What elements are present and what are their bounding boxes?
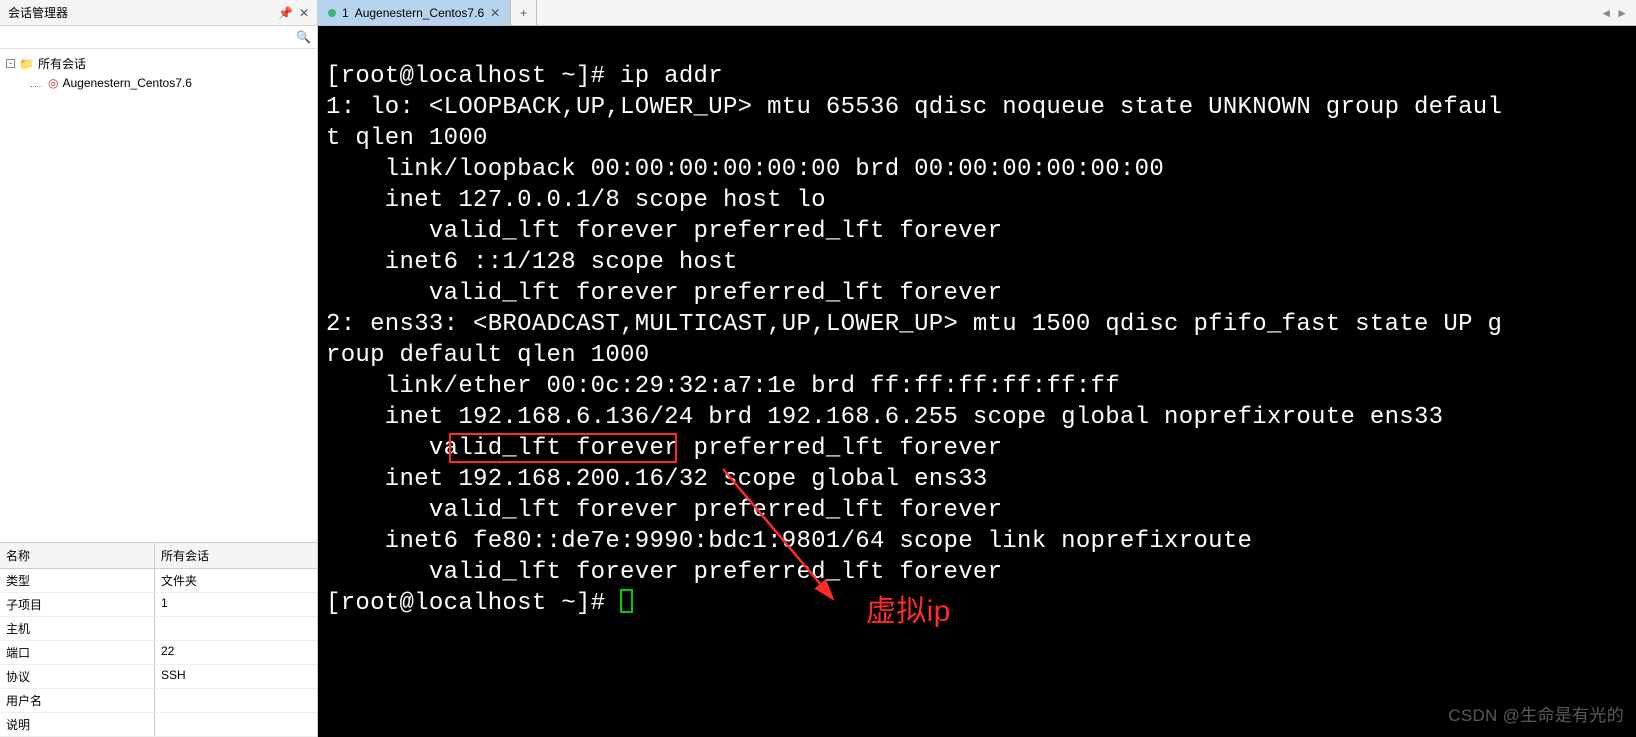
prop-header-key: 名称 xyxy=(0,543,155,568)
tab-close-icon[interactable]: ✕ xyxy=(490,6,500,20)
property-key: 主机 xyxy=(0,617,155,640)
tree-line xyxy=(30,80,42,87)
status-dot-connected-icon xyxy=(328,9,336,17)
term-line: inet6 ::1/128 scope host xyxy=(326,249,752,276)
collapse-icon[interactable]: - xyxy=(6,59,15,68)
tab-prev-icon[interactable]: ◄ xyxy=(1600,6,1612,20)
term-line: link/loopback 00:00:00:00:00:00 brd 00:0… xyxy=(326,156,1164,183)
tree-root-label: 所有会话 xyxy=(38,55,86,72)
cursor-icon xyxy=(620,589,633,613)
property-key: 子项目 xyxy=(0,593,155,616)
property-row: 子项目1 xyxy=(0,593,317,617)
property-row: 端口22 xyxy=(0,641,317,665)
main-area: 1 Augenestern_Centos7.6 ✕ + ◄ ► [root@lo… xyxy=(318,0,1636,737)
property-key: 说明 xyxy=(0,713,155,736)
property-value: 1 xyxy=(155,593,317,616)
term-line: 2: ens33: <BROADCAST,MULTICAST,UP,LOWER_… xyxy=(326,311,1502,338)
tab-add-button[interactable]: + xyxy=(511,0,537,25)
session-icon: ◎ xyxy=(48,76,58,90)
term-line: roup default qlen 1000 xyxy=(326,342,649,369)
property-key: 类型 xyxy=(0,569,155,592)
tab-active[interactable]: 1 Augenestern_Centos7.6 ✕ xyxy=(318,0,511,25)
tab-label: Augenestern_Centos7.6 xyxy=(355,6,484,20)
term-line: valid_lft forever preferred_lft forever xyxy=(326,280,1002,307)
command: ip addr xyxy=(620,63,723,90)
sidebar-title: 会话管理器 xyxy=(8,4,68,21)
term-line: link/ether 00:0c:29:32:a7:1e brd ff:ff:f… xyxy=(326,373,1120,400)
tree-root[interactable]: - 📁 所有会话 xyxy=(0,53,317,74)
property-value xyxy=(155,689,317,712)
tab-index: 1 xyxy=(342,6,349,20)
property-key: 用户名 xyxy=(0,689,155,712)
watermark: CSDN @生命是有光的 xyxy=(1448,700,1624,731)
prop-header-val: 所有会话 xyxy=(155,543,317,568)
term-line: valid_lft forever preferred_lft forever xyxy=(326,559,1002,586)
session-tree: - 📁 所有会话 ◎ Augenestern_Centos7.6 xyxy=(0,49,317,542)
property-row: 协议SSH xyxy=(0,665,317,689)
term-line: inet 192.168.6.136/24 brd 192.168.6.255 … xyxy=(326,404,1443,431)
close-icon[interactable]: ✕ xyxy=(299,6,309,20)
property-row: 说明 xyxy=(0,713,317,737)
tree-session-item[interactable]: ◎ Augenestern_Centos7.6 xyxy=(0,74,317,92)
property-value: 文件夹 xyxy=(155,569,317,592)
term-line: inet 127.0.0.1/8 scope host lo xyxy=(326,187,826,214)
term-line: inet6 fe80::de7e:9990:bdc1:9801/64 scope… xyxy=(326,528,1267,555)
property-value: SSH xyxy=(155,665,317,688)
sidebar-search: 🔍 xyxy=(0,26,317,49)
term-line: valid_lft forever preferred_lft forever xyxy=(326,218,1002,245)
prompt: [root@localhost ~]# xyxy=(326,63,620,90)
term-line: 1: lo: <LOOPBACK,UP,LOWER_UP> mtu 65536 … xyxy=(326,94,1502,121)
search-icon[interactable]: 🔍 xyxy=(296,30,311,44)
tab-strip: 1 Augenestern_Centos7.6 ✕ + ◄ ► xyxy=(318,0,1636,26)
tab-nav: ◄ ► xyxy=(1592,0,1636,25)
search-input[interactable] xyxy=(0,26,317,48)
annotation-box xyxy=(449,433,677,463)
session-manager-sidebar: 会话管理器 📌 ✕ 🔍 - 📁 所有会话 ◎ Augenestern_Cento… xyxy=(0,0,318,737)
annotation-label: 虚拟ip xyxy=(866,596,951,627)
prompt: [root@localhost ~]# xyxy=(326,590,620,617)
tab-next-icon[interactable]: ► xyxy=(1616,6,1628,20)
property-key: 协议 xyxy=(0,665,155,688)
property-key: 端口 xyxy=(0,641,155,664)
properties-header: 名称 所有会话 xyxy=(0,543,317,569)
property-row: 类型文件夹 xyxy=(0,569,317,593)
term-line: valid_lft forever preferred_lft forever xyxy=(326,497,1002,524)
property-row: 用户名 xyxy=(0,689,317,713)
property-value xyxy=(155,713,317,736)
pin-icon[interactable]: 📌 xyxy=(278,6,293,20)
property-value: 22 xyxy=(155,641,317,664)
term-line: inet 192.168.200.16/32 scope global ens3… xyxy=(326,466,988,493)
tree-session-label: Augenestern_Centos7.6 xyxy=(62,76,191,90)
property-value xyxy=(155,617,317,640)
folder-icon: 📁 xyxy=(19,57,34,71)
properties-panel: 名称 所有会话 类型文件夹子项目1主机端口22协议SSH用户名说明 xyxy=(0,542,317,737)
term-line: t qlen 1000 xyxy=(326,125,488,152)
sidebar-header: 会话管理器 📌 ✕ xyxy=(0,0,317,26)
terminal[interactable]: [root@localhost ~]# ip addr 1: lo: <LOOP… xyxy=(318,26,1636,737)
property-row: 主机 xyxy=(0,617,317,641)
